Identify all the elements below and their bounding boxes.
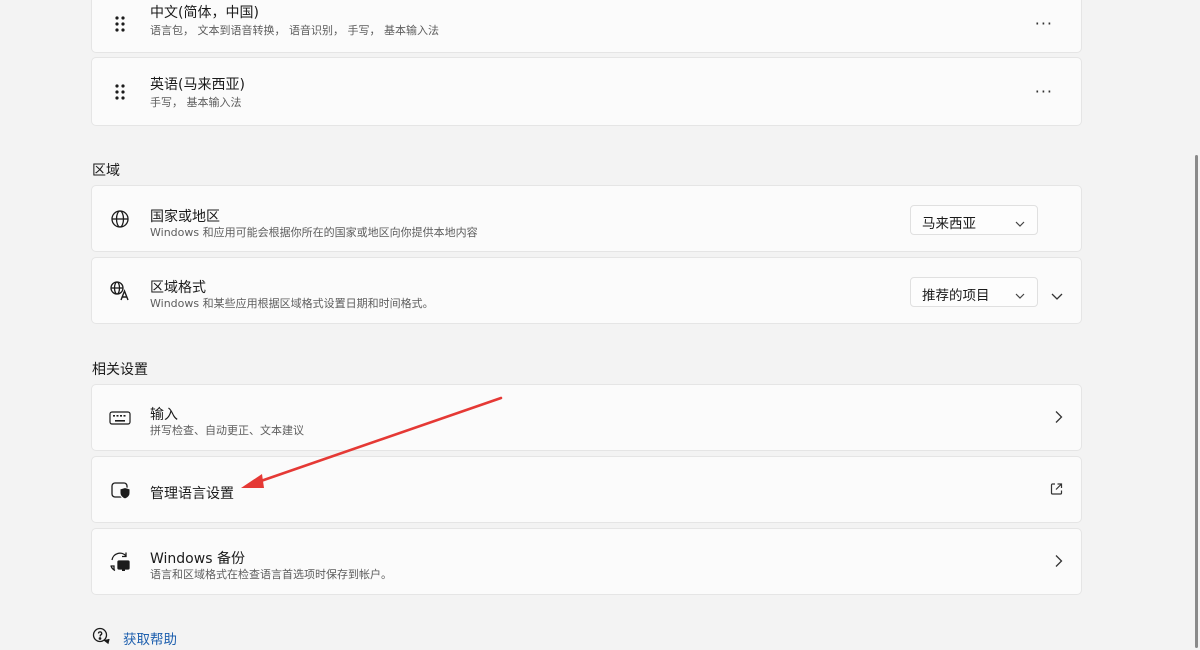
language-settings-icon [109, 479, 131, 501]
language-subtitle: 手写， 基本输入法 [150, 96, 242, 109]
country-region-setting: 国家或地区 Windows 和应用可能会根据你所在的国家或地区向你提供本地内容 … [91, 185, 1082, 252]
drag-handle-icon[interactable] [109, 13, 131, 35]
manage-language-settings[interactable]: 管理语言设置 [91, 456, 1082, 523]
regional-format-subtitle: Windows 和某些应用根据区域格式设置日期和时间格式。 [150, 297, 434, 310]
regional-format-selected-value: 推荐的项目 [922, 288, 990, 304]
input-title: 输入 [150, 407, 178, 423]
expand-chevron-icon[interactable] [1051, 286, 1063, 305]
language-item-english-malaysia[interactable]: 英语(马来西亚) 手写， 基本输入法 ··· [91, 57, 1082, 126]
chevron-right-icon [1055, 552, 1063, 571]
chevron-down-icon [1015, 288, 1025, 304]
country-title: 国家或地区 [150, 209, 220, 225]
open-external-icon [1050, 480, 1063, 499]
get-help-link[interactable]: 获取帮助 [91, 626, 177, 650]
region-format-icon [109, 280, 131, 302]
get-help-label: 获取帮助 [123, 632, 177, 648]
drag-handle-icon[interactable] [109, 81, 131, 103]
regional-format-dropdown[interactable]: 推荐的项目 [910, 277, 1038, 307]
section-heading-region: 区域 [92, 163, 120, 179]
windows-backup-setting[interactable]: Windows 备份 语言和区域格式在检查语言首选项时保存到帐户。 [91, 528, 1082, 595]
help-chat-icon [91, 626, 111, 650]
scrollbar-thumb[interactable] [1195, 155, 1198, 648]
country-selected-value: 马来西亚 [922, 216, 976, 232]
backup-subtitle: 语言和区域格式在检查语言首选项时保存到帐户。 [150, 568, 392, 581]
manage-language-title: 管理语言设置 [150, 486, 234, 502]
more-icon[interactable]: ··· [1035, 83, 1053, 99]
input-subtitle: 拼写检查、自动更正、文本建议 [150, 424, 304, 437]
language-title: 中文(简体，中国) [150, 5, 259, 21]
chevron-right-icon [1055, 408, 1063, 427]
backup-title: Windows 备份 [150, 551, 245, 567]
regional-format-title: 区域格式 [150, 280, 206, 296]
language-item-chinese[interactable]: 中文(简体，中国) 语言包， 文本到语音转换， 语音识别， 手写， 基本输入法 … [91, 0, 1082, 53]
globe-icon [109, 208, 131, 230]
backup-sync-icon [109, 551, 131, 573]
country-subtitle: Windows 和应用可能会根据你所在的国家或地区向你提供本地内容 [150, 226, 478, 239]
chevron-down-icon [1015, 216, 1025, 232]
input-setting[interactable]: 输入 拼写检查、自动更正、文本建议 [91, 384, 1082, 451]
section-heading-related-settings: 相关设置 [92, 362, 148, 378]
regional-format-setting[interactable]: 区域格式 Windows 和某些应用根据区域格式设置日期和时间格式。 推荐的项目 [91, 257, 1082, 324]
language-title: 英语(马来西亚) [150, 77, 245, 93]
language-subtitle: 语言包， 文本到语音转换， 语音识别， 手写， 基本输入法 [150, 24, 439, 37]
more-icon[interactable]: ··· [1035, 15, 1053, 31]
country-dropdown[interactable]: 马来西亚 [910, 205, 1038, 235]
keyboard-icon [109, 407, 131, 429]
